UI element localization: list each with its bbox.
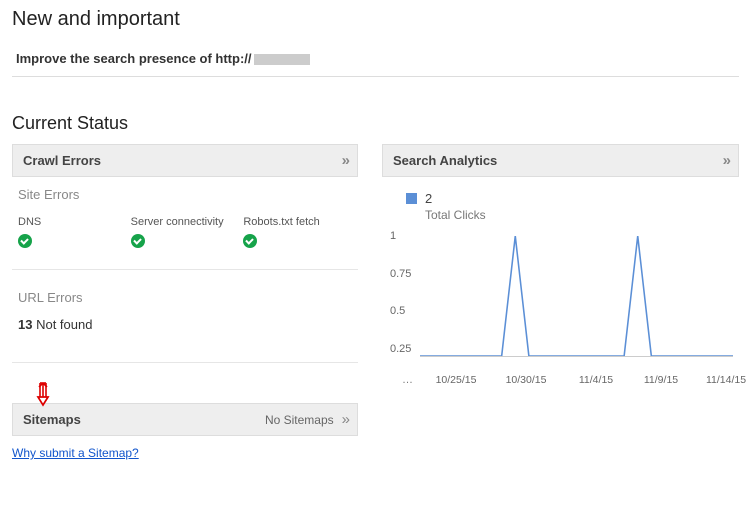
sitemaps-header[interactable]: Sitemaps No Sitemaps » <box>12 403 358 436</box>
sitemaps-status: No Sitemaps <box>265 413 334 427</box>
chart-legend: 2 Total Clicks <box>382 177 739 226</box>
chevron-right-icon: » <box>342 152 347 169</box>
chevron-right-icon: » <box>342 411 347 428</box>
x-tick: 11/14/15 <box>706 374 746 386</box>
clicks-chart: 1 0.75 0.5 0.25 … 10/25/15 10/30/15 11/4… <box>386 236 739 386</box>
x-tick: 11/4/15 <box>579 374 613 386</box>
legend-label: Total Clicks <box>425 208 486 222</box>
legend-swatch-icon <box>406 193 417 204</box>
sitemaps-title: Sitemaps <box>23 412 81 427</box>
url-error-not-found[interactable]: 13 Not found <box>18 317 352 332</box>
search-analytics-title: Search Analytics <box>393 153 497 168</box>
site-errors-label: Site Errors <box>12 177 358 208</box>
site-errors-row: DNS Server connectivity Robots.txt fetch <box>12 208 358 255</box>
url-errors-label: URL Errors <box>18 280 352 311</box>
site-error-dns-label: DNS <box>18 216 127 228</box>
url-error-count: 13 <box>18 317 32 332</box>
current-status-title: Current Status <box>12 113 739 134</box>
y-tick: 1 <box>390 230 396 242</box>
crawl-errors-title: Crawl Errors <box>23 153 101 168</box>
masked-url <box>254 54 310 65</box>
y-tick: 0.75 <box>390 268 411 280</box>
check-circle-icon <box>131 234 145 248</box>
crawl-errors-header[interactable]: Crawl Errors » <box>12 144 358 177</box>
y-tick: 0.5 <box>390 305 405 317</box>
legend-value: 2 <box>425 191 486 206</box>
site-error-server-label: Server connectivity <box>131 216 240 228</box>
improve-banner-text: Improve the search presence of http:// <box>16 51 252 66</box>
x-tick: 10/25/15 <box>436 374 477 386</box>
y-tick: 0.25 <box>390 343 411 355</box>
check-circle-icon <box>243 234 257 248</box>
x-tick: 11/9/15 <box>644 374 678 386</box>
site-error-robots: Robots.txt fetch <box>241 212 354 255</box>
x-tick: 10/30/15 <box>506 374 547 386</box>
chevron-right-icon: » <box>723 152 728 169</box>
site-error-robots-label: Robots.txt fetch <box>243 216 352 228</box>
chart-line <box>420 236 733 356</box>
page-title: New and important <box>12 8 739 31</box>
site-error-dns: DNS <box>16 212 129 255</box>
x-ellipsis: … <box>402 374 413 386</box>
improve-banner: Improve the search presence of http:// <box>12 45 739 77</box>
check-circle-icon <box>18 234 32 248</box>
search-analytics-header[interactable]: Search Analytics » <box>382 144 739 177</box>
why-submit-sitemap-link[interactable]: Why submit a Sitemap? <box>12 446 139 460</box>
site-error-server: Server connectivity <box>129 212 242 255</box>
arrow-annotation-icon <box>34 381 358 405</box>
url-error-text: Not found <box>36 317 92 332</box>
